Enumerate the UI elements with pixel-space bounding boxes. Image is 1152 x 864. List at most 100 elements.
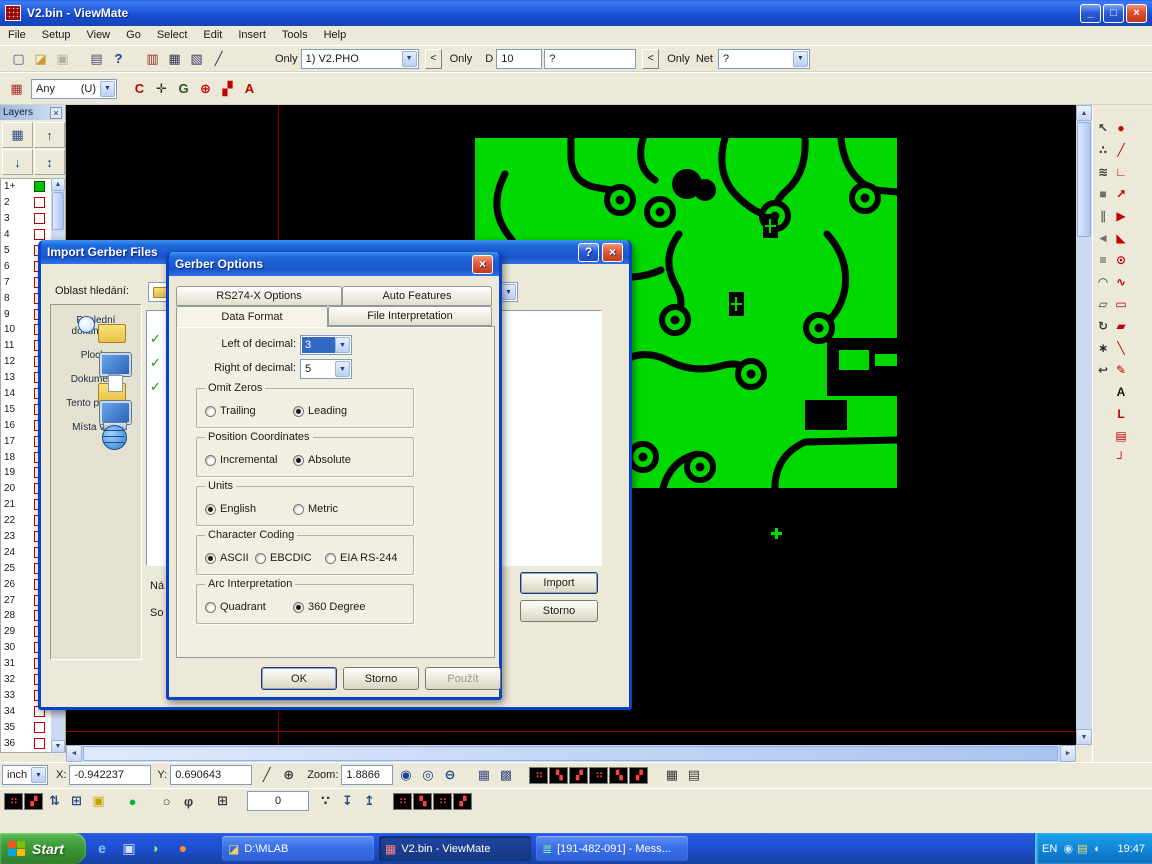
radio-circle-icon[interactable]	[325, 553, 336, 564]
grid-dots-icon[interactable]: ▦	[473, 765, 494, 785]
radio-eia-rs-244[interactable]: EIA RS-244	[325, 551, 397, 565]
canvas-vertical-scrollbar[interactable]	[1076, 105, 1092, 745]
film-view-1-icon[interactable]: ∷	[529, 767, 548, 784]
pad-table-icon[interactable]: ▤	[683, 765, 704, 785]
chevron-down-icon[interactable]	[335, 361, 350, 377]
radio-circle-icon[interactable]	[293, 455, 304, 466]
prev-layer-button[interactable]: <	[425, 49, 442, 69]
only-dcode-label[interactable]: Only	[450, 53, 473, 65]
radio-incremental[interactable]: Incremental	[205, 453, 277, 467]
right-of-decimal-combo[interactable]: 5	[300, 359, 352, 379]
measure-icon[interactable]: ╱	[208, 49, 229, 69]
tab-auto-features[interactable]: Auto Features	[342, 286, 492, 306]
triangle-draw-icon[interactable]: ▶	[1113, 205, 1129, 227]
cancel-button[interactable]: Storno	[520, 600, 598, 622]
context-help-icon[interactable]: ?	[108, 49, 129, 69]
any-filter-combo[interactable]: Any (U)	[31, 79, 117, 99]
layer-color-box[interactable]	[34, 213, 45, 224]
dcode-input[interactable]: 10	[496, 49, 542, 69]
arc-segment-icon[interactable]: ◠	[1095, 271, 1111, 293]
radio-circle-icon[interactable]	[293, 504, 304, 515]
pattern-2-icon[interactable]: ▚	[413, 793, 432, 810]
layer-table-button[interactable]: ▦	[2, 122, 33, 148]
pad-flash-icon[interactable]: ●	[1113, 117, 1129, 139]
scroll-up-icon[interactable]	[1076, 105, 1092, 121]
swap-layers-icon[interactable]: ⇅	[44, 791, 65, 811]
radio-ebcdic[interactable]: EBCDIC	[255, 551, 312, 565]
tray-volume-icon[interactable]: ◖	[1089, 843, 1103, 855]
hatch-select-icon[interactable]: ▞	[217, 79, 238, 99]
import-button[interactable]: Import	[520, 572, 598, 594]
vertical-scroll-thumb[interactable]	[1077, 122, 1091, 237]
film-view-5-icon[interactable]: ▚	[609, 767, 628, 784]
horizontal-scroll-thumb[interactable]	[83, 746, 1058, 761]
menu-item-setup[interactable]: Setup	[34, 26, 79, 45]
measure-distance-icon[interactable]: ╱	[256, 765, 277, 785]
radio-absolute[interactable]: Absolute	[293, 453, 351, 467]
cancel-button[interactable]: Storno	[343, 667, 419, 690]
tray-display-icon[interactable]: ▤	[1075, 842, 1089, 855]
crosshair-select-icon[interactable]: ✛	[151, 79, 172, 99]
chevron-down-icon[interactable]	[100, 81, 115, 97]
pointer-tool-icon[interactable]: ↖	[1095, 117, 1111, 139]
undo-arrow-icon[interactable]: ↩	[1095, 359, 1111, 381]
filled-rect-icon[interactable]: ■	[1095, 183, 1111, 205]
rotate-icon[interactable]: ↻	[1095, 315, 1111, 337]
outline-icon[interactable]: ▱	[1095, 293, 1111, 315]
grid-toggle-icon[interactable]: ▦	[6, 79, 27, 99]
radio-circle-icon[interactable]	[255, 553, 266, 564]
net-combo[interactable]: ?	[718, 49, 810, 69]
scroll-down-icon[interactable]	[51, 740, 65, 753]
film-view-3-icon[interactable]: ▞	[569, 767, 588, 784]
radio-circle-icon[interactable]	[293, 602, 304, 613]
layer-color-box[interactable]	[34, 197, 45, 208]
arrow-draw-icon[interactable]: ↗	[1113, 183, 1129, 205]
menu-item-go[interactable]: Go	[118, 26, 149, 45]
new-file-icon[interactable]: ▢	[8, 49, 29, 69]
line-draw-icon[interactable]: ╱	[1113, 139, 1129, 161]
arc-draw-icon[interactable]: ∿	[1113, 271, 1129, 293]
zoom-window-icon[interactable]: ◎	[417, 765, 438, 785]
radio-metric[interactable]: Metric	[293, 502, 338, 516]
menu-item-edit[interactable]: Edit	[195, 26, 230, 45]
radio-circle-icon[interactable]	[293, 406, 304, 417]
dcode-filter-input[interactable]: ?	[544, 49, 636, 69]
menu-item-help[interactable]: Help	[316, 26, 355, 45]
scroll-right-icon[interactable]	[1060, 745, 1076, 762]
radio-circle-icon[interactable]	[205, 406, 216, 417]
layer-combo[interactable]: 1) V2.PHO	[301, 49, 419, 69]
place-desktop[interactable]: Plocha	[51, 350, 141, 361]
hatch-fill-icon[interactable]: ∥	[1095, 205, 1111, 227]
radio-quadrant[interactable]: Quadrant	[205, 600, 266, 614]
text-select-icon[interactable]: A	[239, 79, 260, 99]
close-button[interactable]: ×	[472, 255, 493, 274]
dot-grid-icon[interactable]: ∵	[315, 791, 336, 811]
close-icon[interactable]: ×	[50, 107, 62, 119]
layer-down-button[interactable]: ↓	[2, 149, 33, 175]
start-button[interactable]: Start	[0, 833, 86, 864]
zoom-in-icon[interactable]: ◉	[395, 765, 416, 785]
messenger-icon[interactable]: ◗	[146, 837, 166, 859]
radio-english[interactable]: English	[205, 502, 256, 516]
circle-pad-icon[interactable]: ⊙	[1113, 249, 1129, 271]
anchor-up-icon[interactable]: ↥	[359, 791, 380, 811]
scroll-down-icon[interactable]	[1076, 729, 1092, 745]
browser-icon[interactable]: ●	[173, 837, 193, 859]
show-desktop-icon[interactable]: ▣	[119, 837, 139, 859]
chevron-down-icon[interactable]	[31, 767, 46, 783]
tab-rs274-x-options[interactable]: RS274-X Options	[176, 286, 342, 306]
hook-icon[interactable]: ┘	[1113, 447, 1129, 469]
zoom-out-icon[interactable]: ⊖	[439, 765, 460, 785]
probe-stem-icon[interactable]: φ	[178, 791, 199, 811]
taskbar-task[interactable]: ▦V2.bin - ViewMate	[379, 836, 531, 861]
select-dcode-icon[interactable]: C	[129, 79, 150, 99]
origin-icon[interactable]: ⊕	[278, 765, 299, 785]
align-icon[interactable]: ≡	[1095, 249, 1111, 271]
goto-icon[interactable]: G	[173, 79, 194, 99]
step-value[interactable]: 0	[247, 791, 309, 811]
only-layer-label[interactable]: Only	[275, 53, 298, 65]
dcode-table-icon[interactable]: ▥	[142, 49, 163, 69]
only-net-label[interactable]: Only	[667, 53, 690, 65]
grid-config-icon[interactable]: ⊞	[212, 791, 233, 811]
ok-button[interactable]: OK	[261, 667, 337, 690]
